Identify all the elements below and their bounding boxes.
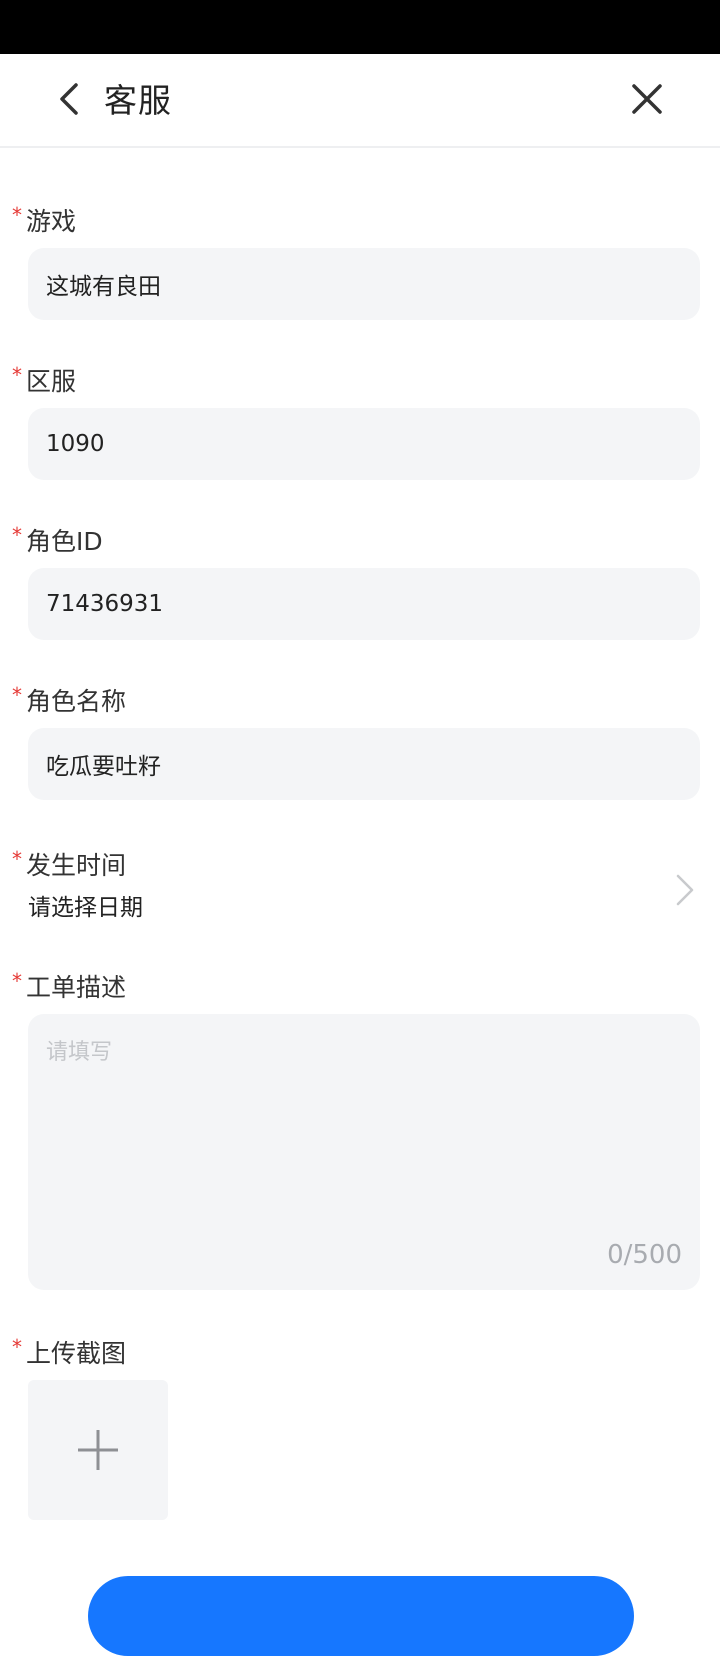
server-value: 1090: [46, 431, 105, 457]
server-field[interactable]: 1090: [28, 408, 700, 480]
role-name-value: 吃瓜要吐籽: [46, 754, 161, 780]
role-id-value: 71436931: [46, 591, 164, 617]
required-mark: *: [12, 203, 22, 227]
description-textarea[interactable]: 请填写 0/500: [28, 1014, 700, 1290]
role-id-label-text: 角色ID: [26, 527, 103, 556]
char-count: 0/500: [607, 1240, 682, 1270]
role-name-label: * 角色名称: [12, 682, 126, 722]
game-field[interactable]: 这城有良田: [28, 248, 700, 320]
game-label-text: 游戏: [26, 207, 77, 236]
required-mark: *: [12, 969, 22, 993]
description-label: * 工单描述: [12, 968, 126, 1008]
role-id-field[interactable]: 71436931: [28, 568, 700, 640]
close-icon: [632, 84, 662, 114]
upload-screenshot-button[interactable]: [28, 1380, 168, 1520]
back-button[interactable]: [44, 74, 94, 124]
server-label: * 区服: [12, 362, 76, 402]
game-label: * 游戏: [12, 202, 76, 242]
occur-time-value: 请选择日期: [28, 895, 143, 921]
required-mark: *: [12, 683, 22, 707]
close-button[interactable]: [622, 74, 672, 124]
description-label-text: 工单描述: [26, 973, 127, 1002]
server-label-text: 区服: [26, 367, 77, 396]
header: 客服: [0, 54, 720, 148]
occur-time-picker[interactable]: * 发生时间 请选择日期: [0, 846, 720, 936]
submit-button[interactable]: [88, 1576, 634, 1656]
occur-time-label: * 发生时间: [12, 846, 126, 886]
required-mark: *: [12, 847, 22, 871]
page-title: 客服: [104, 81, 172, 120]
role-id-label: * 角色ID: [12, 522, 103, 562]
screenshot-label: * 上传截图: [12, 1334, 126, 1374]
role-name-label-text: 角色名称: [26, 687, 127, 716]
chevron-right-icon: [676, 874, 694, 906]
screenshot-label-text: 上传截图: [26, 1339, 127, 1368]
plus-icon: [78, 1430, 118, 1470]
required-mark: *: [12, 523, 22, 547]
game-value: 这城有良田: [46, 274, 161, 300]
description-placeholder: 请填写: [46, 1040, 113, 1065]
required-mark: *: [12, 1335, 22, 1359]
status-bar: [0, 0, 720, 54]
occur-time-label-text: 发生时间: [26, 851, 127, 880]
role-name-field[interactable]: 吃瓜要吐籽: [28, 728, 700, 800]
required-mark: *: [12, 363, 22, 387]
chevron-left-icon: [60, 83, 78, 115]
